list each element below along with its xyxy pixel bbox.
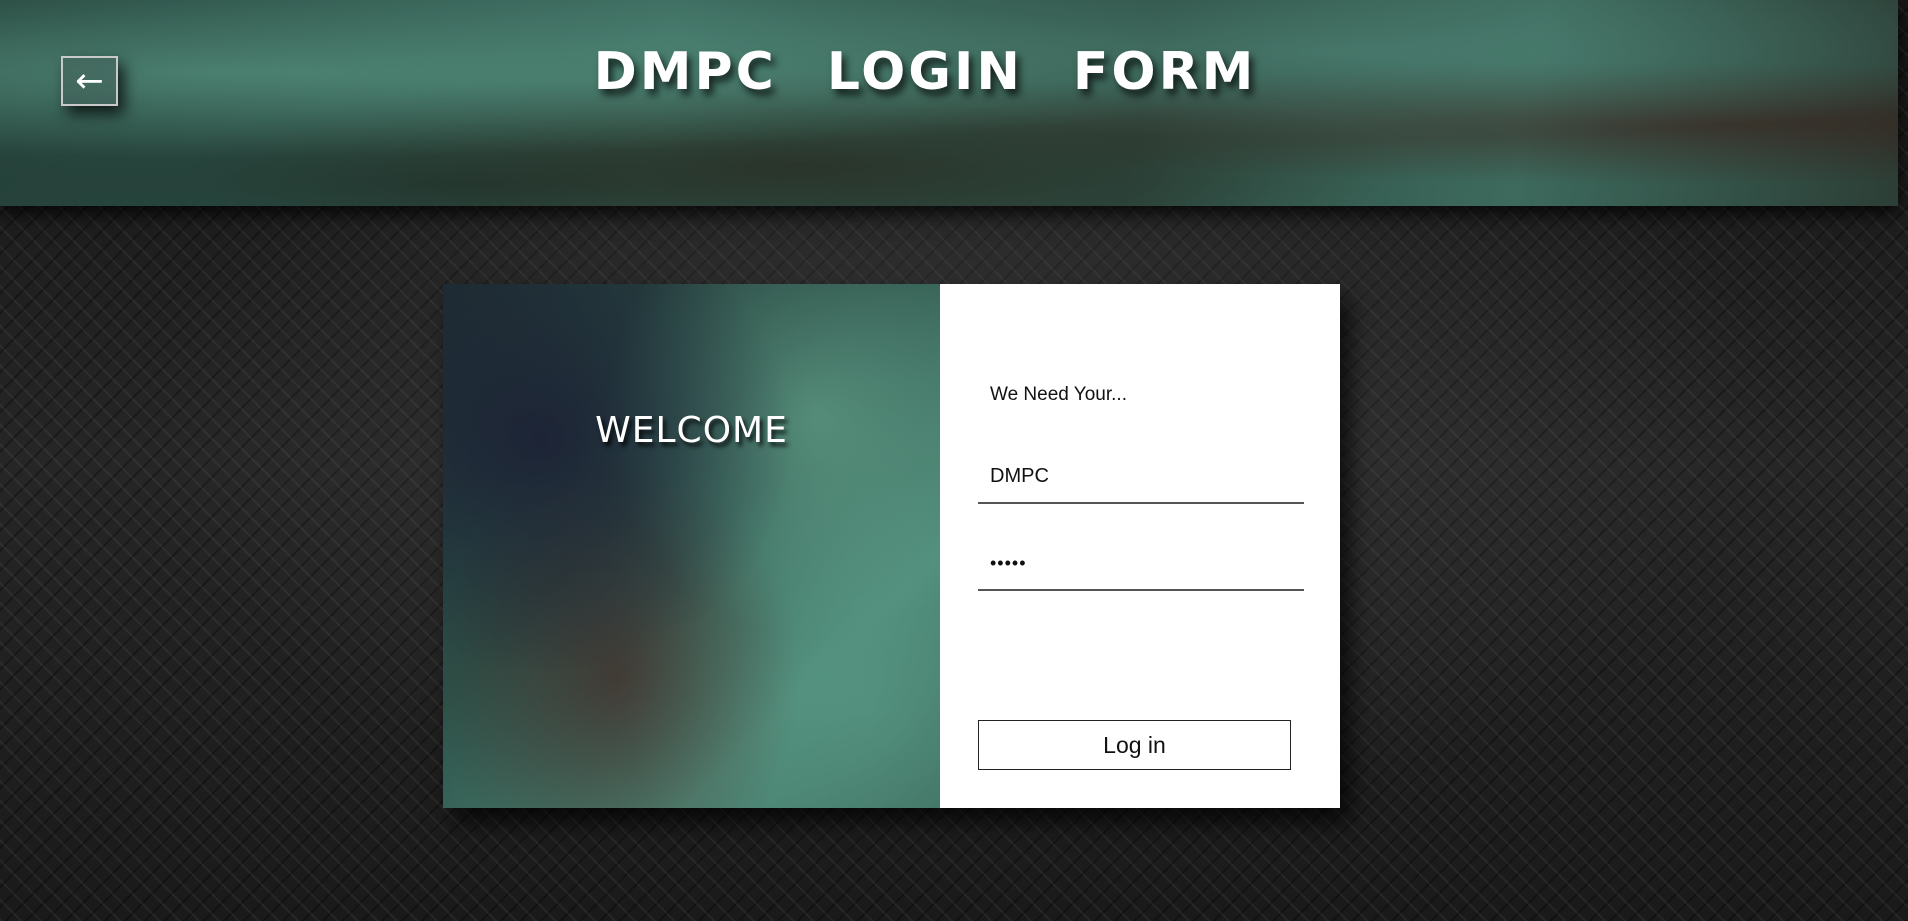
password-field-wrapper xyxy=(978,537,1304,591)
login-card: WELCOME We Need Your... Log in xyxy=(443,284,1340,808)
header-banner: ← DMPC LOGIN FORM xyxy=(0,0,1898,206)
welcome-heading: WELCOME xyxy=(595,410,788,451)
title-word: LOGIN xyxy=(826,42,1023,102)
welcome-panel: WELCOME xyxy=(443,284,940,808)
login-form: We Need Your... Log in xyxy=(940,284,1340,808)
title-word: FORM xyxy=(1072,42,1257,102)
title-word: DMPC xyxy=(593,42,777,102)
login-button[interactable]: Log in xyxy=(978,720,1291,770)
form-prompt: We Need Your... xyxy=(990,384,1127,405)
username-field-wrapper xyxy=(978,450,1304,504)
password-input[interactable] xyxy=(978,537,1304,589)
page-title: DMPC LOGIN FORM xyxy=(0,42,1850,102)
username-input[interactable] xyxy=(978,450,1304,502)
